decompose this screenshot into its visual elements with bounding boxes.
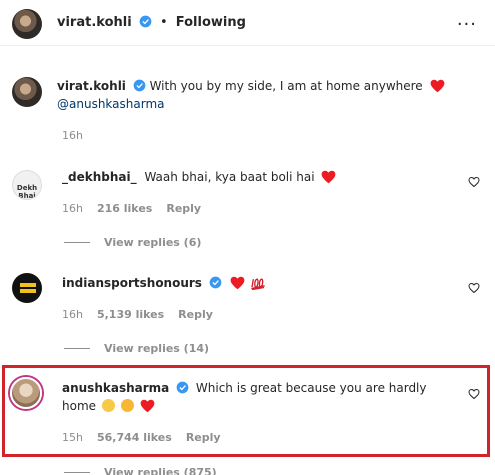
- comment-avatar[interactable]: [12, 273, 42, 303]
- hundred-points-emoji-icon: [251, 278, 266, 291]
- caption-username[interactable]: virat.kohli: [57, 79, 126, 93]
- comment-text: Which is great because you are hardly: [195, 381, 427, 395]
- verified-badge-icon: [176, 381, 189, 394]
- comment-text-continued: home: [62, 399, 97, 413]
- laughing-emoji-icon: [101, 399, 115, 412]
- view-replies-label: View replies (6): [104, 236, 202, 249]
- comment-text-line2: home: [62, 399, 155, 413]
- red-heart-emoji-icon: [230, 276, 244, 290]
- view-replies-button[interactable]: View replies (6): [64, 236, 201, 249]
- view-replies-button[interactable]: View replies (875): [64, 466, 217, 475]
- comment-likes[interactable]: 5,139 likes: [97, 308, 164, 321]
- reply-button[interactable]: Reply: [166, 202, 201, 215]
- comment-avatar[interactable]: [10, 377, 42, 409]
- caption-avatar[interactable]: [12, 77, 42, 107]
- divider-line: [64, 242, 90, 243]
- mention-link[interactable]: @anushkasharma: [57, 97, 165, 111]
- comment-avatar[interactable]: Dekh Bhai: [12, 170, 42, 200]
- view-replies-label: View replies (14): [104, 342, 210, 355]
- following-button[interactable]: Following: [176, 15, 246, 30]
- header-user: virat.kohli • Following: [57, 15, 246, 30]
- verified-badge-icon: [209, 276, 222, 289]
- reply-button[interactable]: Reply: [178, 308, 213, 321]
- logo-stripe: [20, 283, 36, 287]
- comment-meta: 16h 216 likes Reply: [62, 202, 215, 215]
- view-replies-label: View replies (875): [104, 466, 217, 475]
- red-heart-emoji-icon: [322, 170, 336, 184]
- yum-emoji-icon: [120, 399, 134, 412]
- divider-line: [64, 472, 90, 473]
- logo-stripe: [20, 289, 36, 293]
- reply-button[interactable]: Reply: [186, 431, 221, 444]
- comment-text-line: indiansportshonours: [62, 275, 266, 291]
- comment-text-line: anushkasharma Which is great because you…: [62, 381, 427, 395]
- comment-time: 15h: [62, 431, 83, 444]
- verified-badge-icon: [133, 79, 146, 92]
- comment-likes[interactable]: 56,744 likes: [97, 431, 172, 444]
- comment-text-line: _dekhbhai_ Waah bhai, kya baat boli hai: [62, 170, 336, 184]
- view-replies-button[interactable]: View replies (14): [64, 342, 209, 355]
- comment-meta: 15h 56,744 likes Reply: [62, 431, 235, 444]
- header-avatar[interactable]: [12, 9, 42, 39]
- header-separator: •: [159, 15, 168, 30]
- post-header: virat.kohli • Following ···: [0, 0, 495, 46]
- red-heart-emoji-icon: [140, 399, 154, 413]
- red-heart-emoji-icon: [430, 79, 444, 93]
- comment-text: Waah bhai, kya baat boli hai: [144, 170, 315, 184]
- divider-line: [64, 348, 90, 349]
- heart-outline-icon[interactable]: [468, 176, 480, 188]
- header-username[interactable]: virat.kohli: [57, 15, 132, 30]
- comment-time: 16h: [62, 308, 83, 321]
- caption-line1: virat.kohli With you by my side, I am at…: [57, 79, 445, 93]
- comment-likes[interactable]: 216 likes: [97, 202, 152, 215]
- caption-time: 16h: [62, 129, 83, 142]
- comment-time: 16h: [62, 202, 83, 215]
- heart-outline-icon[interactable]: [468, 388, 480, 400]
- comment-meta: 16h 5,139 likes Reply: [62, 308, 227, 321]
- avatar-logo-text: Dekh Bhai: [16, 184, 38, 200]
- more-options-icon[interactable]: ···: [457, 14, 477, 35]
- comment-username[interactable]: indiansportshonours: [62, 276, 202, 290]
- heart-outline-icon[interactable]: [468, 282, 480, 294]
- comment-username[interactable]: _dekhbhai_: [62, 170, 137, 184]
- comment-username[interactable]: anushkasharma: [62, 381, 169, 395]
- caption-text: With you by my side, I am at home anywhe…: [149, 79, 423, 93]
- verified-badge-icon: [139, 15, 152, 28]
